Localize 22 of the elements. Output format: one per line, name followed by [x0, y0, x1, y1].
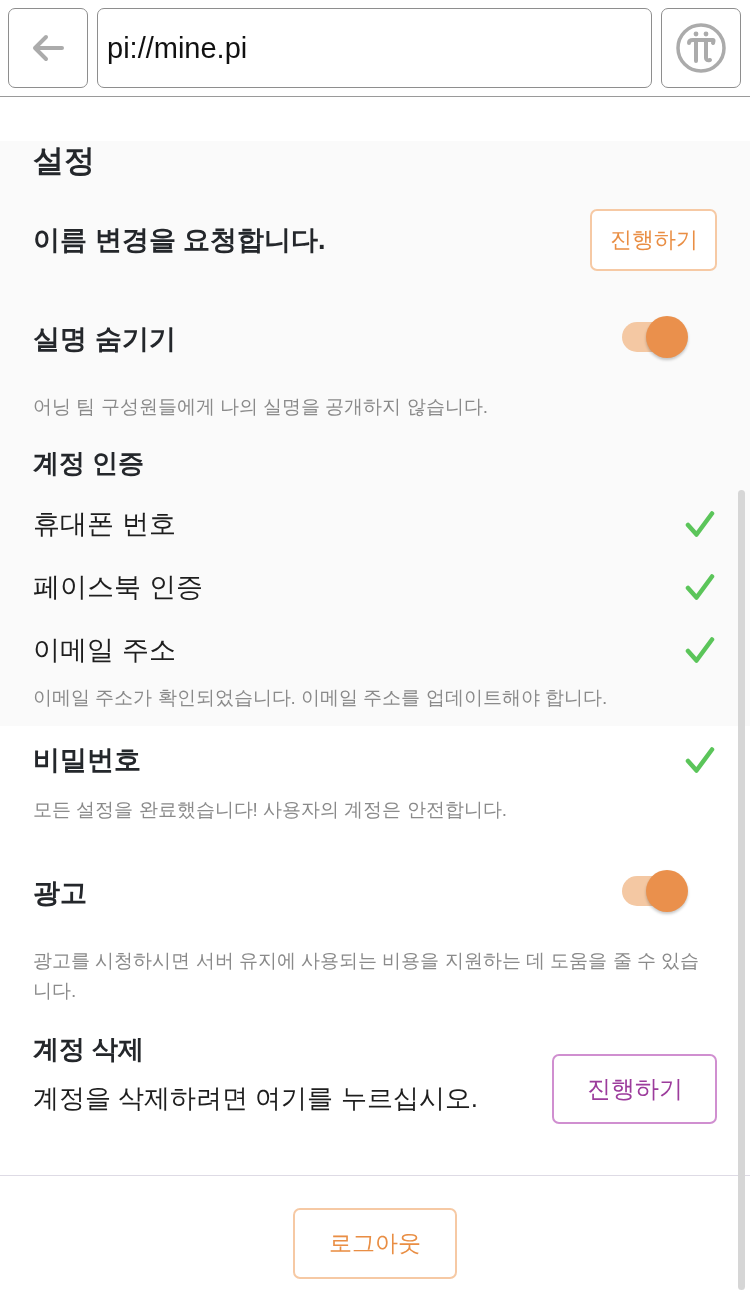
section-heading: 계정 삭제: [33, 1033, 146, 1066]
back-button[interactable]: [8, 8, 88, 88]
setting-label: 광고: [33, 877, 87, 910]
setting-label: 실명 숨기기: [33, 323, 176, 356]
verification-item-label: 이메일 주소: [33, 634, 176, 667]
description-text: 모든 설정을 완료했습니다! 사용자의 계정은 안전합니다.: [33, 798, 508, 822]
verification-item-label: 페이스북 인증: [33, 571, 203, 604]
setting-label: 비밀번호: [33, 744, 141, 777]
setting-label: 이름 변경을 요청합니다.: [33, 224, 326, 257]
description-text: 이메일 주소가 확인되었습니다. 이메일 주소를 업데이트해야 합니다.: [33, 686, 609, 710]
address-field[interactable]: pi://mine.pi: [97, 8, 652, 88]
description-text: 어닝 팀 구성원들에게 나의 실명을 공개하지 않습니다.: [33, 395, 489, 419]
scrollbar-thumb[interactable]: [738, 490, 745, 1290]
section-heading: 계정 인증: [33, 447, 146, 480]
description-text: 광고를 시청하시면 서버 유지에 사용되는 비용을 지원하는 데 도움을 줄 수 있습니다.: [33, 949, 701, 1003]
logo-button[interactable]: [661, 8, 741, 88]
pi-symbol-icon: [676, 23, 726, 73]
verification-item-label: 휴대폰 번호: [33, 508, 176, 541]
page-title: 설정: [33, 142, 96, 180]
instruction-text: 계정을 삭제하려면 여기를 누르십시오.: [33, 1082, 478, 1115]
back-arrow-icon: [32, 34, 64, 62]
proceed-button[interactable]: 진행하기: [552, 1054, 717, 1124]
